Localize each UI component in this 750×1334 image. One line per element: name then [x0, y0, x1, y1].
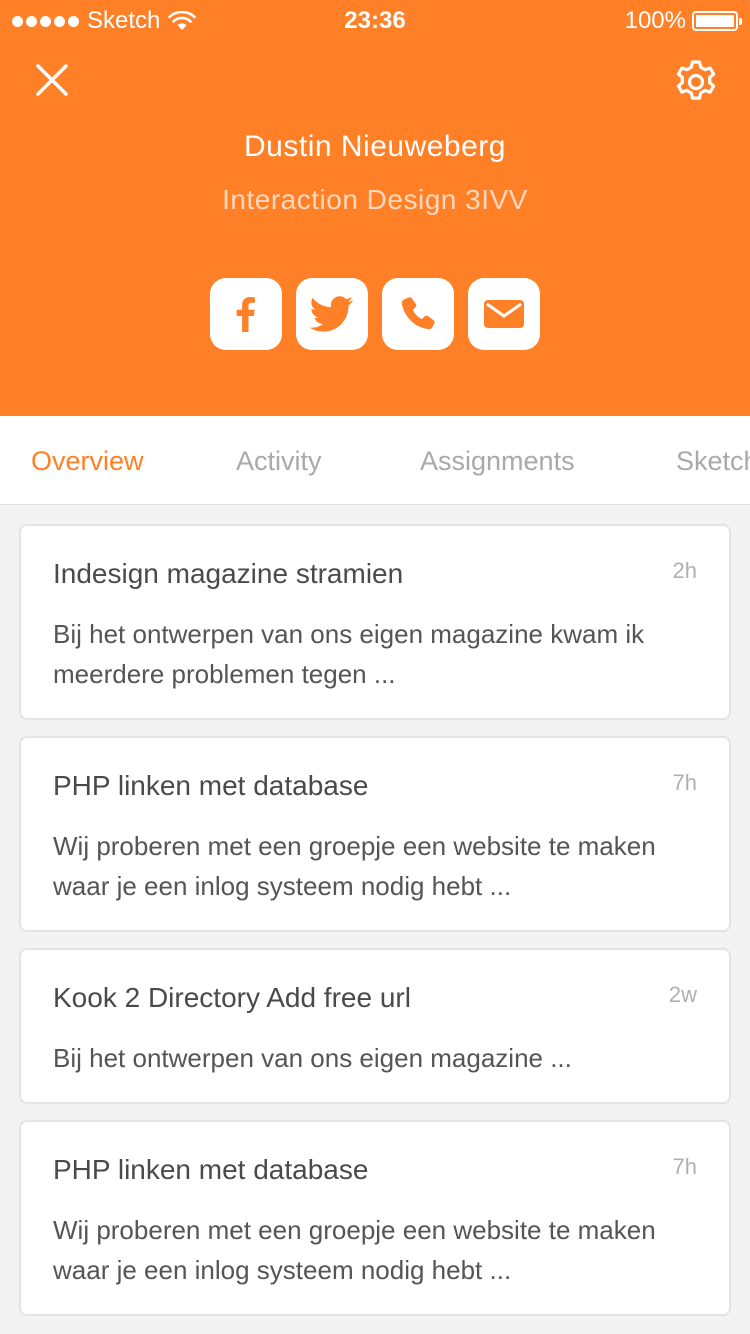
battery-percentage: 100%	[624, 7, 686, 34]
gear-icon	[676, 60, 716, 100]
profile-subtitle: Interaction Design 3IVV	[222, 184, 528, 215]
twitter-icon	[309, 296, 353, 332]
list-item[interactable]: PHP linken met database 7h Wij proberen …	[19, 736, 731, 932]
card-title: Indesign magazine stramien	[53, 558, 404, 589]
phone-icon	[401, 297, 435, 330]
tab-bar: Overview Activity Assignments Sketches	[0, 416, 750, 505]
card-title: PHP linken met database	[53, 770, 369, 801]
close-icon	[36, 64, 68, 96]
battery-icon	[692, 11, 742, 31]
close-button[interactable]	[30, 58, 74, 102]
facebook-icon	[236, 297, 255, 332]
mail-icon	[484, 300, 524, 328]
tab-activity[interactable]: Activity	[236, 446, 322, 477]
status-right: 100%	[624, 7, 742, 35]
profile-header: Sketch 23:36 100% Dustin Nieuweberg Inte…	[0, 0, 750, 416]
card-timestamp: 7h	[672, 770, 697, 795]
card-title: Kook 2 Directory Add free url	[53, 982, 411, 1013]
tab-sketches[interactable]: Sketches	[676, 446, 750, 477]
card-timestamp: 2w	[668, 982, 697, 1007]
social-links	[210, 278, 540, 350]
mail-button[interactable]	[468, 278, 540, 350]
card-excerpt: Bij het ontwerpen van ons eigen magazine…	[53, 619, 645, 689]
card-excerpt: Wij proberen met een groepje een website…	[53, 831, 656, 901]
card-title: PHP linken met database	[53, 1154, 369, 1185]
card-excerpt: Bij het ontwerpen van ons eigen magazine…	[53, 1043, 572, 1073]
status-bar: Sketch 23:36 100%	[0, 0, 750, 40]
list-item[interactable]: PHP linken met database 7h Wij proberen …	[19, 1120, 731, 1316]
battery-level	[696, 15, 734, 27]
facebook-button[interactable]	[210, 278, 282, 350]
card-timestamp: 2h	[672, 558, 697, 583]
phone-button[interactable]	[382, 278, 454, 350]
tab-assignments[interactable]: Assignments	[420, 446, 575, 477]
list-item[interactable]: Indesign magazine stramien 2h Bij het on…	[19, 524, 731, 720]
card-timestamp: 7h	[672, 1154, 697, 1179]
settings-button[interactable]	[672, 58, 720, 106]
tab-overview[interactable]: Overview	[31, 446, 144, 477]
card-excerpt: Wij proberen met een groepje een website…	[53, 1215, 656, 1285]
profile-name: Dustin Nieuweberg	[244, 130, 506, 163]
list-item[interactable]: Kook 2 Directory Add free url 2w Bij het…	[19, 948, 731, 1104]
twitter-button[interactable]	[296, 278, 368, 350]
